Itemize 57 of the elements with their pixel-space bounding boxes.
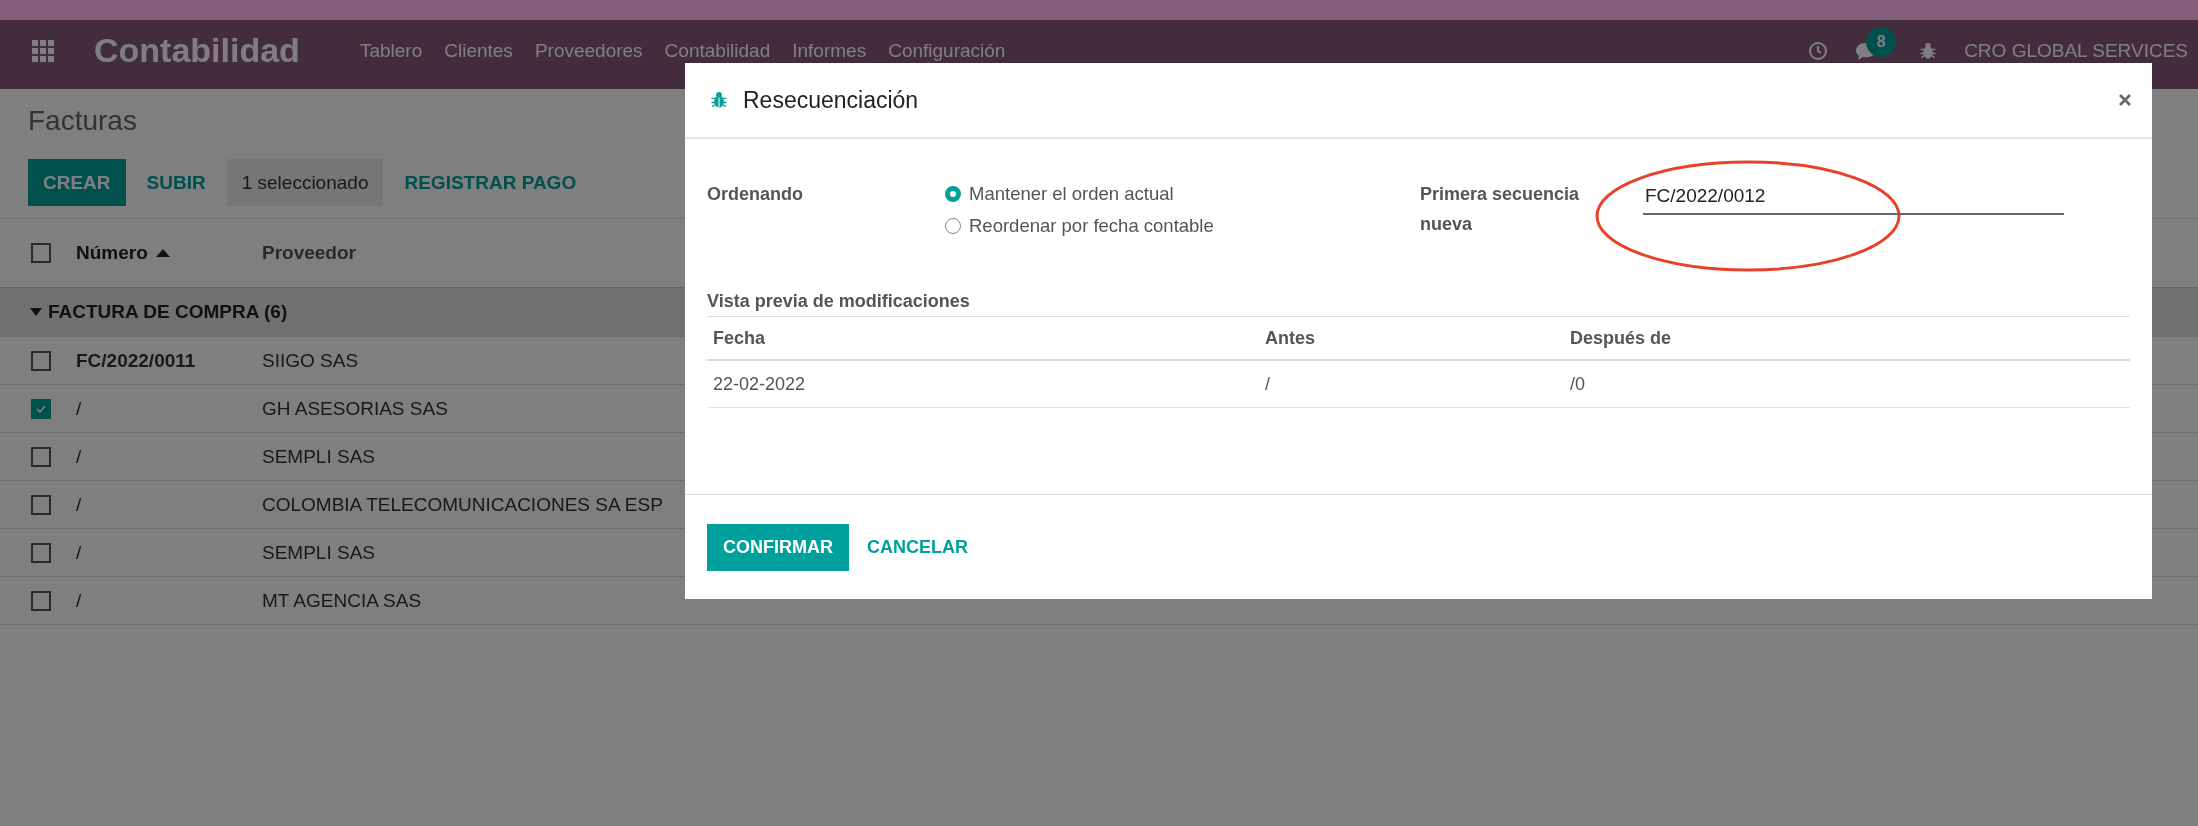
table-cell: MT AGENCIA SAS	[262, 589, 422, 612]
table-cell: SEMPLI SAS	[262, 541, 375, 564]
menu-item[interactable]: Configuración	[888, 39, 1006, 62]
select-all-checkbox[interactable]	[31, 243, 51, 263]
row-checkbox[interactable]	[31, 398, 51, 419]
column-header: Antes	[1265, 327, 1316, 349]
menu-item[interactable]: Proveedores	[534, 39, 643, 62]
table-cell-text: FC/2022/0011	[76, 349, 197, 372]
table-cell-text: /	[76, 493, 83, 516]
table-cell: COLOMBIA TELECOMUNICACIONES SA ESP	[262, 493, 663, 516]
row-checkbox[interactable]	[31, 494, 51, 515]
table-cell-text: /	[76, 541, 83, 564]
app-title: Contabilidad	[94, 31, 300, 70]
notification-badge: 8	[1866, 26, 1897, 57]
row-checkbox[interactable]	[31, 350, 51, 371]
row-checkbox[interactable]	[31, 590, 51, 611]
radio-option[interactable]: Mantener el orden actual	[945, 179, 1420, 209]
action-button[interactable]: REGISTRAR PAGO	[389, 159, 592, 206]
clock-icon[interactable]	[1808, 40, 1829, 61]
table-cell-text: /0	[1570, 373, 1586, 395]
column-header[interactable]: Número	[76, 242, 262, 264]
menu-item[interactable]: Informes	[792, 39, 867, 62]
row-checkbox[interactable]	[31, 446, 51, 467]
bug-icon	[709, 90, 729, 110]
table-cell-text: 22-02-2022	[713, 373, 807, 395]
menu-item[interactable]: Clientes	[444, 39, 513, 62]
confirm-button[interactable]: CONFIRMAR	[707, 523, 849, 571]
column-header: Fecha	[713, 327, 767, 349]
field-label: Ordenando	[707, 183, 804, 206]
page-title: Facturas	[28, 105, 138, 137]
field-label: Primera secuencia nueva	[1420, 183, 1581, 236]
cancel-button[interactable]: CANCELAR	[851, 523, 984, 571]
table-cell: SEMPLI SAS	[262, 445, 375, 468]
create-button[interactable]: CREAR	[28, 159, 126, 206]
table-cell-text: /	[1265, 373, 1271, 395]
preview-title: Vista previa de modificaciones	[707, 291, 971, 312]
sequence-input[interactable]: FC/2022/0012	[1643, 179, 2064, 215]
action-button[interactable]: SUBIR	[131, 159, 221, 206]
row-checkbox[interactable]	[31, 542, 51, 563]
dialog-title: Resecuenciación	[743, 86, 919, 114]
table-cell: SIIGO SAS	[262, 349, 359, 372]
table-cell: GH ASESORIAS SAS	[262, 397, 448, 420]
close-button[interactable]	[2118, 93, 2132, 107]
debug-icon[interactable]	[1918, 40, 1939, 61]
table-cell-text: /	[76, 397, 83, 420]
group-row[interactable]: FACTURA DE COMPRA (6)	[30, 301, 288, 323]
table-cell-text: /	[76, 589, 83, 612]
checkmark-icon	[36, 404, 46, 413]
menu-item[interactable]: Tablero	[359, 39, 423, 62]
column-header[interactable]: Proveedor	[262, 242, 356, 264]
selection-count[interactable]: 1 seleccionado	[226, 159, 384, 206]
column-header: Después de	[1570, 327, 1673, 349]
radio-option[interactable]: Reordenar por fecha contable	[945, 211, 1420, 241]
menu-item[interactable]: Contabilidad	[664, 39, 771, 62]
company-name[interactable]: CRO GLOBAL SERVICES	[1964, 39, 2188, 62]
apps-grid-icon[interactable]	[32, 39, 54, 62]
table-cell-text: /	[76, 445, 83, 468]
